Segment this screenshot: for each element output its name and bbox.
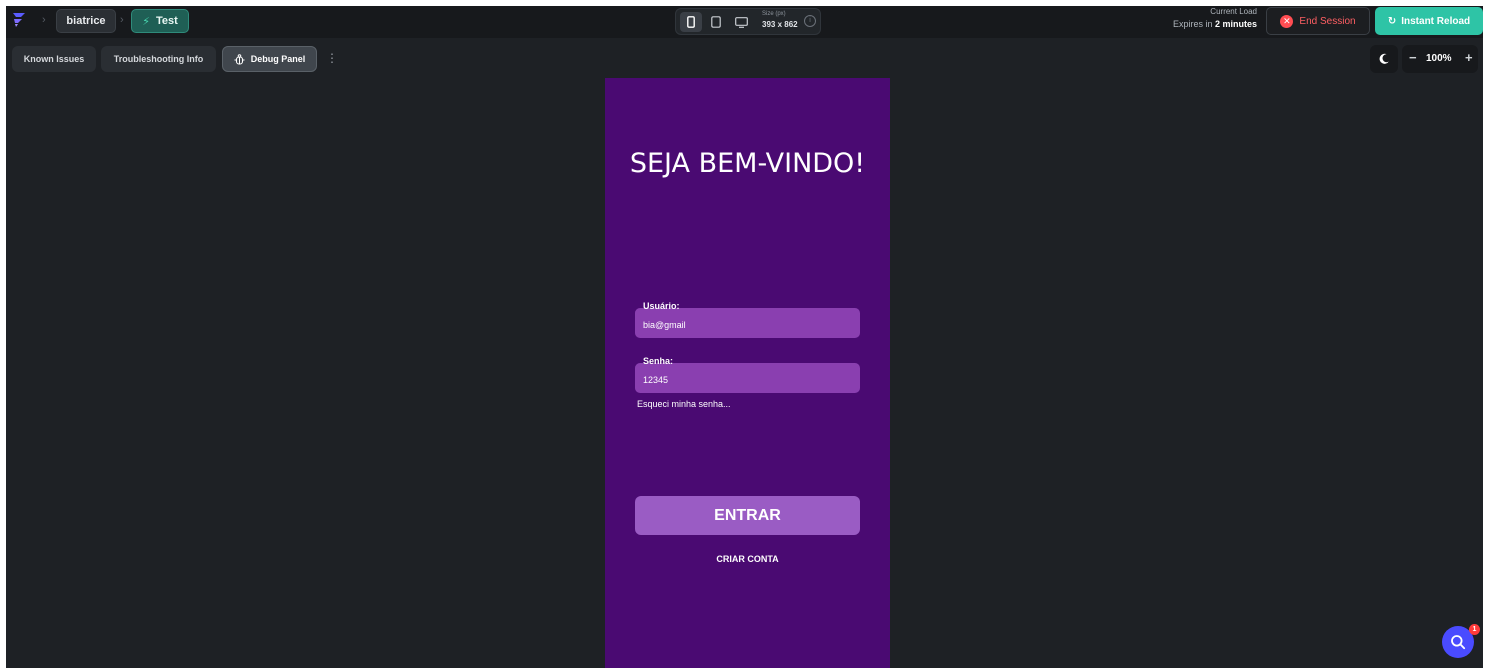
- test-mode-pill[interactable]: ⚡ Test: [131, 9, 189, 33]
- username-input[interactable]: bia@gmail: [635, 308, 860, 338]
- create-account-link[interactable]: CRIAR CONTA: [605, 554, 890, 564]
- tablet-device-button[interactable]: [706, 12, 726, 32]
- moon-icon: [1379, 53, 1389, 64]
- debug-toolbar: Known Issues Troubleshooting Info Debug …: [6, 38, 1483, 78]
- tab-known-issues[interactable]: Known Issues: [12, 46, 96, 72]
- project-name-pill[interactable]: biatrice: [56, 9, 116, 33]
- username-label: Usuário:: [643, 301, 680, 311]
- zoom-out-button[interactable]: −: [1409, 51, 1417, 65]
- reload-icon: ↻: [1387, 15, 1397, 27]
- info-icon[interactable]: i: [804, 15, 816, 27]
- password-value: 12345: [643, 375, 669, 385]
- size-label: Size (px): [762, 11, 786, 17]
- end-session-button[interactable]: ✕ End Session: [1266, 7, 1370, 35]
- bolt-icon: ⚡: [142, 15, 150, 28]
- zoom-level: 100%: [1426, 53, 1452, 64]
- desktop-device-button[interactable]: [730, 12, 752, 32]
- test-mode-label: Test: [155, 15, 178, 27]
- tab-label: Known Issues: [23, 54, 85, 64]
- notification-badge: 1: [1469, 624, 1480, 635]
- instant-reload-button[interactable]: ↻ Instant Reload: [1375, 7, 1483, 35]
- end-session-label: End Session: [1299, 15, 1356, 27]
- zoom-in-button[interactable]: +: [1465, 51, 1473, 65]
- enter-button-label: ENTRAR: [714, 506, 781, 524]
- tablet-icon: [711, 16, 721, 28]
- forgot-password-link[interactable]: Esqueci minha senha...: [637, 399, 731, 409]
- tab-label: Troubleshooting Info: [113, 54, 204, 64]
- tab-debug-panel[interactable]: Debug Panel: [222, 46, 317, 72]
- welcome-title: SEJA BEM-VINDO!: [629, 148, 866, 179]
- expires-value: 2 minutes: [1214, 19, 1257, 29]
- search-icon: [1451, 635, 1466, 650]
- logo-icon[interactable]: [10, 10, 28, 28]
- tab-troubleshooting-info[interactable]: Troubleshooting Info: [101, 46, 216, 72]
- top-bar: › biatrice › ⚡ Test Size (px) 393 x 862 …: [6, 6, 1483, 38]
- expires-prefix: Expires in: [1172, 19, 1215, 29]
- kebab-icon[interactable]: ⋮: [326, 52, 338, 64]
- size-value: 393 x 862: [762, 20, 798, 29]
- username-value: bia@gmail: [643, 320, 686, 330]
- debug-icon: [234, 53, 245, 65]
- phone-icon: [687, 16, 695, 28]
- device-selector: Size (px) 393 x 862 i: [675, 8, 821, 35]
- tab-label: Debug Panel: [250, 54, 306, 64]
- session-expiry: Expires in 2 minutes: [1173, 19, 1257, 29]
- desktop-icon: [734, 16, 748, 28]
- phone-device-button[interactable]: [680, 12, 702, 32]
- zoom-control: − 100% +: [1402, 45, 1478, 73]
- instant-reload-label: Instant Reload: [1401, 15, 1471, 27]
- project-name: biatrice: [66, 15, 106, 27]
- current-load-label: Current Load: [1210, 7, 1257, 16]
- close-circle-icon: ✕: [1280, 14, 1294, 28]
- app-preview-screen: SEJA BEM-VINDO! bia@gmail Usuário: 12345…: [605, 78, 890, 668]
- password-input[interactable]: 12345: [635, 363, 860, 393]
- breadcrumb-separator: ›: [120, 14, 124, 26]
- flutterflow-preview-window: › biatrice › ⚡ Test Size (px) 393 x 862 …: [6, 6, 1483, 668]
- enter-button[interactable]: ENTRAR: [635, 496, 860, 535]
- breadcrumb-separator: ›: [42, 14, 46, 26]
- theme-toggle-button[interactable]: [1370, 45, 1398, 73]
- password-label: Senha:: [643, 356, 674, 366]
